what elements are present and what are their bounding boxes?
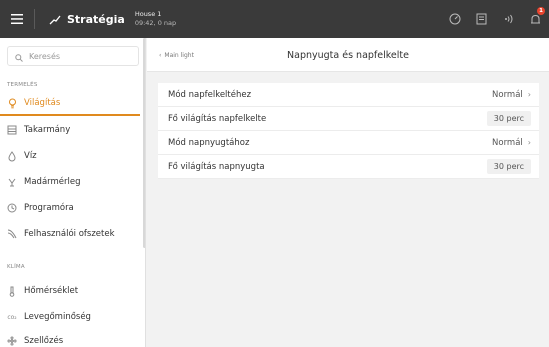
- trend-icon: [49, 10, 61, 29]
- setting-label: Mód napnyugtához: [168, 137, 250, 148]
- divider: [34, 9, 35, 29]
- sidebar-item-temperature[interactable]: Hőmérséklet: [0, 279, 140, 303]
- offset-icon: [7, 228, 17, 240]
- section-header-production: TERMELÉS: [7, 82, 38, 88]
- sidebar-item-label: Programóra: [24, 203, 74, 213]
- sidebar-item-lighting[interactable]: Világítás: [0, 92, 140, 116]
- back-button[interactable]: ‹ Main light: [159, 38, 194, 72]
- scale-icon: [7, 176, 17, 188]
- strategy-label: Stratégia: [67, 12, 125, 26]
- sidebar-item-water[interactable]: Víz: [0, 144, 140, 168]
- menu-icon[interactable]: [0, 0, 34, 38]
- duration-chip[interactable]: 30 perc: [486, 111, 531, 126]
- thermometer-icon: [7, 285, 17, 297]
- sidebar-item-bird-scale[interactable]: Madármérleg: [0, 170, 140, 194]
- alarm-bell-icon[interactable]: 1: [522, 0, 549, 38]
- sidebar-item-label: Takarmány: [24, 125, 71, 135]
- setting-label: Fő világítás napnyugta: [168, 161, 265, 172]
- house-time: 09:42, 0 nap: [134, 19, 177, 27]
- document-icon[interactable]: [468, 0, 495, 38]
- sidebar-item-label: Felhasználói ofszetek: [24, 229, 115, 239]
- subheader: Napnyugta és napfelkelte ‹ Main light: [147, 38, 549, 72]
- section-header-climate: KLÍMA: [7, 264, 25, 270]
- sidebar-item-user-offsets[interactable]: Felhasználói ofszetek: [0, 222, 140, 246]
- duration-chip[interactable]: 30 perc: [486, 159, 531, 174]
- chevron-right-icon: ›: [527, 90, 531, 99]
- setting-value: Normál: [492, 137, 523, 148]
- setting-label: Mód napfelkeltéhez: [168, 89, 252, 100]
- setting-row-main-light-sunset[interactable]: Fő világítás napnyugta 30 perc: [158, 155, 539, 179]
- sidebar-scrollbar[interactable]: [143, 38, 145, 248]
- house-name: House 1: [134, 10, 162, 18]
- sidebar-item-feed[interactable]: Takarmány: [0, 118, 140, 142]
- feed-icon: [7, 124, 17, 136]
- setting-label: Fő világítás napfelkelte: [168, 113, 267, 124]
- water-drop-icon: [7, 150, 17, 162]
- sidebar-item-timer[interactable]: Programóra: [0, 196, 140, 220]
- main-content: Napnyugta és napfelkelte ‹ Main light Mó…: [147, 38, 549, 347]
- sidebar-item-label: Világítás: [24, 98, 61, 108]
- settings-list: Mód napfelkeltéhez Normál › Fő világítás…: [158, 83, 539, 179]
- lightbulb-icon: [7, 97, 17, 109]
- sidebar-item-label: Hőmérséklet: [24, 286, 79, 296]
- clock-icon: [7, 202, 17, 214]
- search-icon: [15, 47, 23, 66]
- page-title: Napnyugta és napfelkelte: [287, 49, 409, 61]
- gauge-icon[interactable]: [441, 0, 468, 38]
- sidebar-item-label: Levegőminőség: [24, 312, 91, 322]
- sidebar-item-label: Madármérleg: [24, 177, 81, 187]
- sidebar-item-label: Víz: [24, 151, 37, 161]
- chevron-left-icon: ‹: [159, 51, 162, 59]
- setting-row-sunset-mode[interactable]: Mód napnyugtához Normál ›: [158, 131, 539, 155]
- search-input[interactable]: Keresés: [7, 46, 139, 66]
- setting-row-main-light-sunrise[interactable]: Fő világítás napfelkelte 30 perc: [158, 107, 539, 131]
- strategy-button[interactable]: Stratégia: [49, 10, 125, 29]
- top-bar: Stratégia House 1 09:42, 0 nap 1: [0, 0, 549, 38]
- sidebar-item-ventilation[interactable]: Szellőzés: [0, 329, 140, 347]
- setting-row-sunrise-mode[interactable]: Mód napfelkeltéhez Normál ›: [158, 83, 539, 107]
- notification-badge: 1: [537, 7, 545, 15]
- sidebar-item-air-quality[interactable]: co₂ Levegőminőség: [0, 305, 140, 329]
- back-label: Main light: [164, 51, 194, 59]
- house-info: House 1 09:42, 0 nap: [135, 10, 176, 28]
- co2-icon: co₂: [7, 313, 17, 321]
- chevron-right-icon: ›: [527, 138, 531, 147]
- search-placeholder: Keresés: [29, 51, 61, 61]
- sidebar: Keresés TERMELÉS Világítás Takarmány Víz…: [0, 38, 146, 347]
- setting-value: Normál: [492, 89, 523, 100]
- sidebar-item-label: Szellőzés: [24, 336, 64, 346]
- fan-icon: [7, 335, 17, 347]
- signal-icon[interactable]: [495, 0, 522, 38]
